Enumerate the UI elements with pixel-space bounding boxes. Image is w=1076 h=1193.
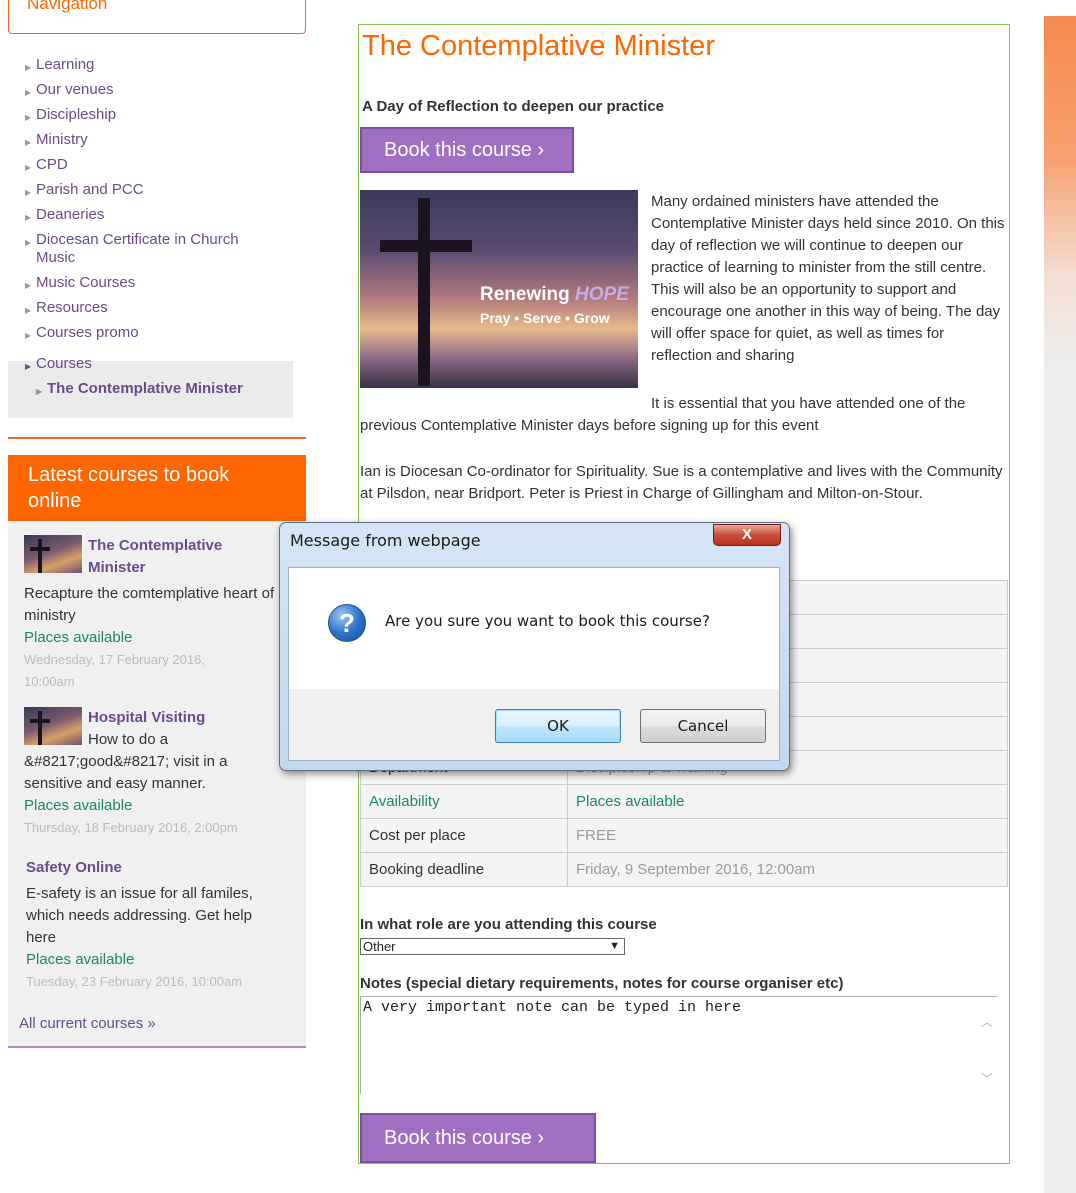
image-tagline: Pray • Serve • Grow [480, 310, 610, 326]
course-title[interactable]: The Contemplative Minister [88, 535, 258, 579]
page-scrollbar-strip [1044, 16, 1076, 1193]
dialog-body: ? Are you sure you want to book this cou… [288, 567, 780, 689]
role-select[interactable]: Other ▼ [360, 938, 625, 955]
confirm-dialog: Message from webpage X ? Are you sure yo… [279, 522, 790, 771]
notes-value: A very important note can be typed in he… [363, 999, 742, 1016]
image-caption: Renewing HOPE [480, 284, 629, 305]
ok-button[interactable]: OK [495, 709, 621, 743]
course-subtitle: A Day of Reflection to deepen our practi… [362, 98, 664, 115]
course-availability: Places available [24, 797, 133, 814]
course-date: Tuesday, 23 February 2016, 10:00am [26, 974, 243, 989]
sidebar-item-ministry[interactable]: ▶ Ministry [22, 131, 306, 149]
page-title: The Contemplative Minister [362, 30, 715, 62]
course-card: The Contemplative Minister Recapture the… [24, 535, 289, 693]
cross-shape [380, 240, 472, 252]
textarea-scrollbar[interactable]: ︿ ﹀ [977, 997, 997, 1093]
row-value: Places available [567, 784, 1008, 819]
cross-shape [418, 198, 430, 386]
latest-courses-header: Latest courses to book online [8, 455, 306, 521]
role-label: In what role are you attending this cour… [360, 916, 657, 933]
course-thumbnail[interactable] [24, 707, 82, 745]
triangle-icon: ▶ [25, 113, 32, 122]
course-description: Many ordained ministers have attended th… [651, 193, 1005, 364]
course-availability: Places available [24, 629, 133, 646]
row-key: Booking deadline [360, 852, 568, 887]
close-button[interactable]: X [713, 524, 781, 546]
triangle-icon: ▶ [25, 306, 32, 315]
triangle-icon: ▶ [25, 238, 32, 247]
course-availability: Places available [26, 951, 135, 968]
sidebar-item-deaneries[interactable]: ▶ Deaneries [22, 206, 306, 224]
triangle-icon: ▶ [25, 331, 32, 340]
sidebar-item-current-page[interactable]: ▶ The Contemplative Minister [33, 380, 306, 398]
notes-textarea[interactable]: A very important note can be typed in he… [360, 996, 997, 1094]
triangle-icon: ▶ [25, 362, 32, 371]
question-icon: ? [328, 604, 366, 642]
triangle-icon: ▶ [36, 387, 43, 396]
table-row: Booking deadline Friday, 9 September 2016… [360, 852, 1008, 887]
sidebar-item-diocesan-certificate[interactable]: ▶ Diocesan Certificate in Church Music [22, 231, 266, 267]
prerequisite-text: It is essential that you have attended o… [651, 395, 966, 412]
course-description: Recapture the comtemplative heart of min… [24, 585, 275, 624]
triangle-icon: ▶ [25, 188, 32, 197]
row-key: Cost per place [360, 818, 568, 853]
sidebar-item-discipleship[interactable]: ▶ Discipleship [22, 106, 306, 124]
dialog-message: Are you sure you want to book this cours… [385, 612, 710, 630]
course-description: E-safety is an issue for all familes, wh… [26, 885, 253, 946]
chevron-down-icon: ▼ [609, 940, 620, 952]
role-select-value: Other [363, 939, 396, 954]
sidebar-item-resources[interactable]: ▶ Resources [22, 299, 306, 317]
row-value: Friday, 9 September 2016, 12:00am [567, 852, 1008, 887]
leaders-text: Ian is Diocesan Co-ordinator for Spiritu… [360, 463, 1003, 502]
book-course-button[interactable]: Book this course › [360, 127, 574, 173]
cancel-button[interactable]: Cancel [640, 709, 766, 743]
course-title[interactable]: Hospital Visiting [88, 707, 289, 729]
all-courses-link[interactable]: All current courses » [19, 1015, 156, 1032]
sidebar-nav: ▶ Learning ▶ Our venues ▶ Discipleship ▶ Min… [22, 56, 306, 405]
sidebar-item-courses[interactable]: ▶ Courses [22, 355, 306, 373]
course-card: Hospital Visiting How to do a &#8217;goo… [24, 707, 289, 839]
course-image: Renewing HOPE Pray • Serve • Grow [360, 190, 638, 388]
triangle-icon: ▶ [25, 63, 32, 72]
latest-courses-panel: The Contemplative Minister Recapture the… [8, 521, 306, 1048]
sidebar-item-courses-promo[interactable]: ▶ Courses promo [22, 324, 306, 342]
course-thumbnail[interactable] [24, 535, 82, 573]
sidebar-item-music-courses[interactable]: ▶ Music Courses [22, 274, 306, 292]
navigation-title: Navigation [27, 0, 108, 13]
triangle-icon: ▶ [25, 213, 32, 222]
triangle-icon: ▶ [25, 163, 32, 172]
navigation-box: Navigation [8, 0, 306, 34]
scroll-down-icon[interactable]: ﹀ [977, 1070, 997, 1087]
course-date: Thursday, 18 February 2016, 2:00pm [24, 820, 238, 835]
sidebar-divider [8, 437, 306, 439]
sidebar-item-cpd[interactable]: ▶ CPD [22, 156, 306, 174]
notes-label: Notes (special dietary requirements, not… [360, 975, 844, 992]
sidebar-item-parish-and-pcc[interactable]: ▶ Parish and PCC [22, 181, 306, 199]
triangle-icon: ▶ [25, 88, 32, 97]
sidebar-item-learning[interactable]: ▶ Learning [22, 56, 306, 74]
course-card: Safety Online E-safety is an issue for a… [26, 857, 286, 993]
dialog-footer: OK Cancel [288, 689, 780, 761]
triangle-icon: ▶ [25, 138, 32, 147]
dialog-title: Message from webpage [290, 531, 481, 550]
scroll-up-icon[interactable]: ︿ [977, 1013, 997, 1030]
sidebar-item-our-venues[interactable]: ▶ Our venues [22, 81, 306, 99]
course-title[interactable]: Safety Online [26, 857, 286, 879]
book-course-button-bottom[interactable]: Book this course › [360, 1113, 596, 1163]
row-value: FREE [567, 818, 1008, 853]
triangle-icon: ▶ [25, 281, 32, 290]
table-row: Availability Places available [360, 784, 1008, 819]
table-row: Cost per place FREE [360, 818, 1008, 853]
prerequisite-text-cont: previous Contemplative Minister days bef… [360, 417, 819, 434]
course-date: Wednesday, 17 February 2016, 10:00am [24, 652, 205, 689]
row-key: Availability [360, 784, 568, 819]
